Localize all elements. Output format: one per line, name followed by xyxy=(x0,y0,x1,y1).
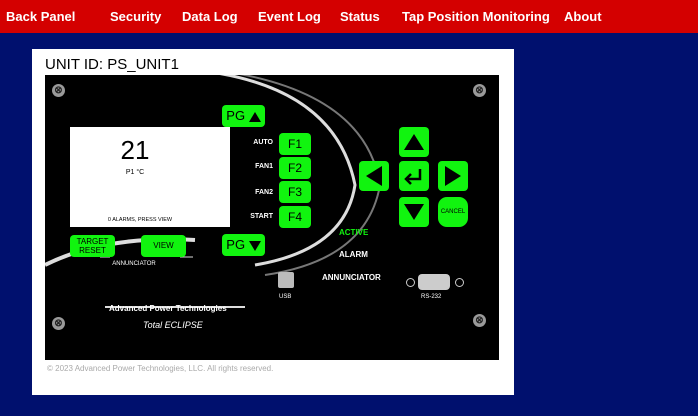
unit-card: UNIT ID: PS_UNIT1 ⊗ ⊗ ⊗ ⊗ 21 P1 °C 0 ALA… xyxy=(32,49,514,395)
active-indicator-label: ACTIVE xyxy=(339,228,369,237)
f4-button[interactable]: F4 xyxy=(279,206,311,228)
device-panel: ⊗ ⊗ ⊗ ⊗ 21 P1 °C 0 ALARMS, PRESS VIEW AU… xyxy=(45,75,499,360)
left-arrow-button[interactable] xyxy=(359,161,389,191)
view-button[interactable]: VIEW xyxy=(141,235,186,257)
f2-button[interactable]: F2 xyxy=(279,157,311,179)
triangle-up-icon xyxy=(248,111,261,122)
lcd-alarm-message: 0 ALARMS, PRESS VIEW xyxy=(107,217,173,223)
pg-down-label: PG xyxy=(226,237,246,252)
function-label-fan2: FAN2 xyxy=(255,189,273,196)
rs232-port-icon xyxy=(418,274,450,290)
nav-status[interactable]: Status xyxy=(340,0,380,33)
nav-about[interactable]: About xyxy=(564,0,602,33)
brand-name: Advanced Power Technologies xyxy=(109,304,227,313)
top-nav-bar: Back Panel Security Data Log Event Log S… xyxy=(0,0,698,33)
pg-up-button[interactable]: PG xyxy=(222,105,265,127)
pg-down-button[interactable]: PG xyxy=(222,234,265,256)
screw-icon: ⊗ xyxy=(52,317,65,330)
arrow-left-icon xyxy=(366,166,382,186)
lcd-value: 21 xyxy=(120,135,150,165)
triangle-down-icon xyxy=(248,240,261,251)
alarm-indicator-label: ALARM xyxy=(339,250,368,259)
function-label-fan1: FAN1 xyxy=(255,163,273,170)
arrow-right-icon xyxy=(445,166,461,186)
nav-data-log[interactable]: Data Log xyxy=(182,0,238,33)
rs232-screw-icon xyxy=(406,278,415,287)
usb-label: USB xyxy=(279,294,292,300)
nav-back-panel[interactable]: Back Panel xyxy=(6,0,75,33)
cancel-button[interactable]: CANCEL xyxy=(438,197,468,227)
screw-icon: ⊗ xyxy=(473,314,486,327)
function-label-start: START xyxy=(250,213,273,220)
rs232-screw-icon xyxy=(455,278,464,287)
f1-button[interactable]: F1 xyxy=(279,133,311,155)
footer-copyright: © 2023 Advanced Power Technologies, LLC.… xyxy=(47,364,274,373)
screw-icon: ⊗ xyxy=(473,84,486,97)
down-arrow-button[interactable] xyxy=(399,197,429,227)
up-arrow-button[interactable] xyxy=(399,127,429,157)
screw-icon: ⊗ xyxy=(52,84,65,97)
nav-tap-position-monitoring[interactable]: Tap Position Monitoring xyxy=(402,0,550,33)
pg-up-label: PG xyxy=(226,108,246,123)
target-reset-button[interactable]: TARGET RESET xyxy=(70,235,115,257)
function-label-auto: AUTO xyxy=(253,139,273,146)
unit-title: UNIT ID: PS_UNIT1 xyxy=(45,56,179,73)
f3-button[interactable]: F3 xyxy=(279,181,311,203)
enter-icon xyxy=(404,169,422,185)
brand-product: Total ECLIPSE xyxy=(143,320,203,330)
usb-port-icon xyxy=(278,272,294,288)
arrow-up-icon xyxy=(404,134,424,150)
lcd-unit: P1 °C xyxy=(125,169,145,176)
annunciator-indicator-label: ANNUNCIATOR xyxy=(322,273,381,282)
rs232-label: RS-232 xyxy=(421,294,442,300)
nav-event-log[interactable]: Event Log xyxy=(258,0,321,33)
enter-button[interactable] xyxy=(399,161,429,191)
arrow-down-icon xyxy=(404,204,424,220)
lcd-display: 21 P1 °C 0 ALARMS, PRESS VIEW xyxy=(70,127,230,227)
nav-security[interactable]: Security xyxy=(110,0,161,33)
right-arrow-button[interactable] xyxy=(438,161,468,191)
annunciator-group-label: ANNUNCIATOR xyxy=(112,261,156,267)
